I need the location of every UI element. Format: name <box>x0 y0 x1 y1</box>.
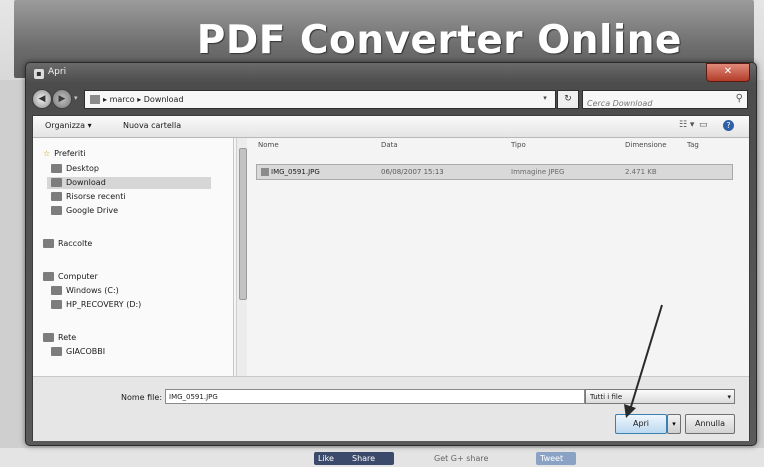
annotation-arrow-icon <box>624 304 663 418</box>
